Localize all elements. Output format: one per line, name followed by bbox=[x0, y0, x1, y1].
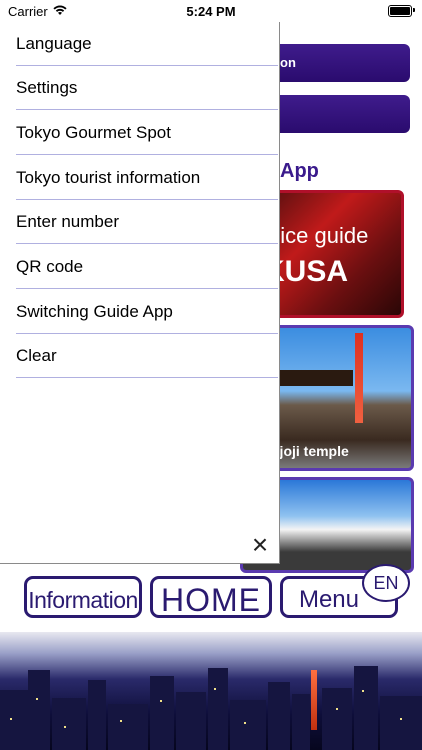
top-action-button-label: on bbox=[280, 55, 296, 70]
asakusa-card-line1: oice guide bbox=[268, 223, 369, 248]
menu-item-language[interactable]: Language bbox=[16, 22, 278, 66]
temple-card-label: ojoji temple bbox=[271, 443, 349, 459]
battery-tip bbox=[413, 8, 415, 12]
clock: 5:24 PM bbox=[186, 4, 236, 19]
menu-item-clear[interactable]: Clear bbox=[16, 334, 278, 378]
temple-roof-image bbox=[273, 370, 353, 386]
section-title: App bbox=[280, 160, 319, 182]
tokyo-tower-image bbox=[355, 333, 363, 423]
home-button[interactable]: HOME bbox=[150, 576, 272, 618]
menu-item-qr-code[interactable]: QR code bbox=[16, 245, 278, 289]
status-bar: Carrier 5:24 PM bbox=[0, 0, 422, 22]
language-badge[interactable]: EN bbox=[362, 564, 410, 602]
tokyo-tower-silhouette bbox=[311, 670, 317, 730]
close-icon[interactable]: × bbox=[249, 531, 271, 559]
menu-item-settings[interactable]: Settings bbox=[16, 66, 278, 110]
menu-item-enter-number[interactable]: Enter number bbox=[16, 200, 278, 244]
menu-item-tokyo-tourist-information[interactable]: Tokyo tourist information bbox=[16, 156, 278, 200]
menu-item-switching-guide-app[interactable]: Switching Guide App bbox=[16, 290, 278, 334]
menu-item-tokyo-gourmet-spot[interactable]: Tokyo Gourmet Spot bbox=[16, 111, 278, 155]
information-button[interactable]: Information bbox=[24, 576, 142, 618]
tokyo-skyline-banner bbox=[0, 632, 422, 750]
battery-icon bbox=[388, 5, 412, 17]
side-menu-drawer: Language Settings Tokyo Gourmet Spot Tok… bbox=[0, 22, 280, 564]
